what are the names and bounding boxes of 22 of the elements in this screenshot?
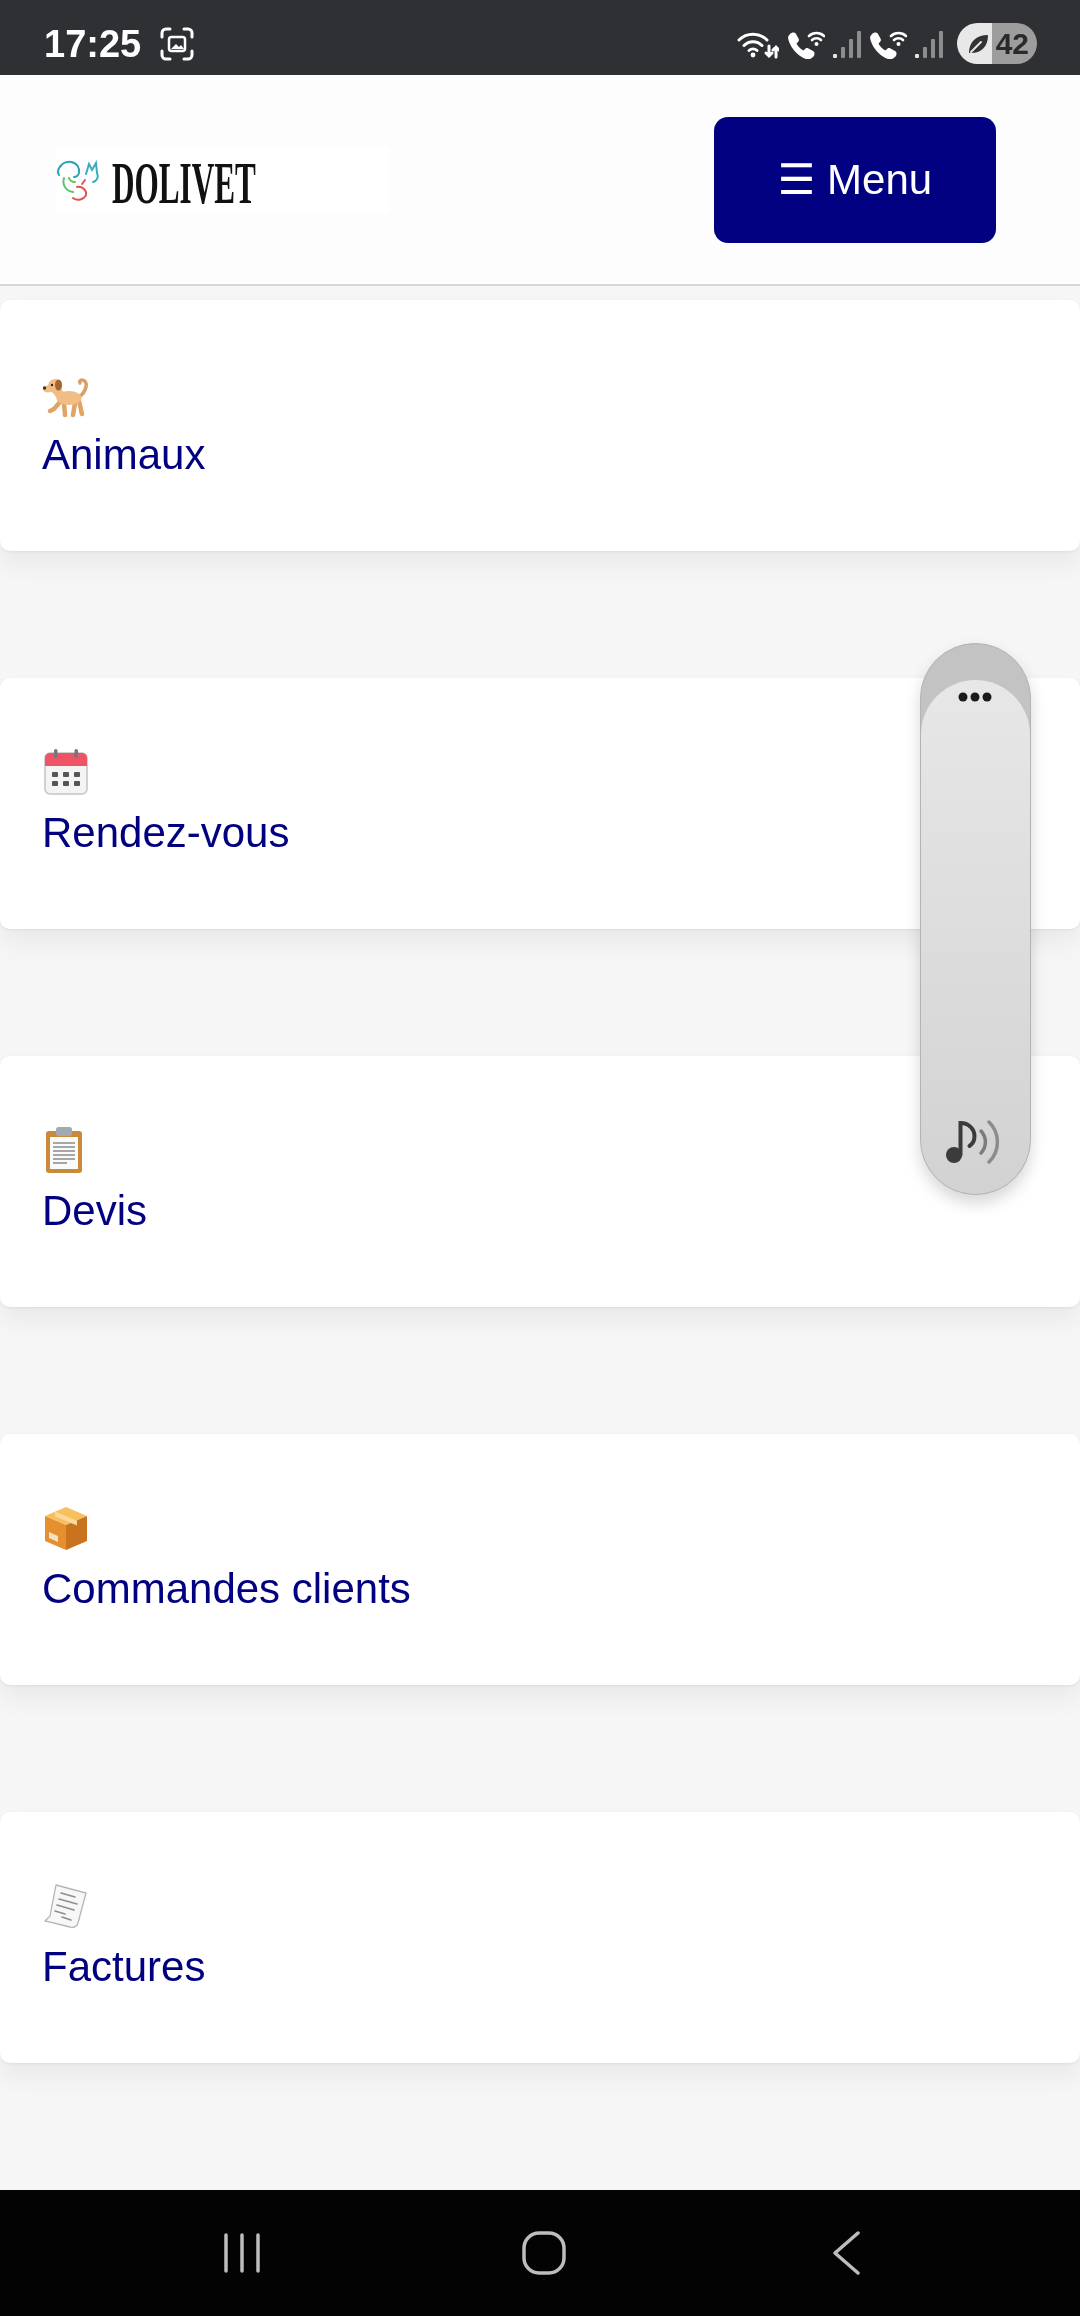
home-icon[interactable] <box>522 2231 566 2275</box>
recents-icon[interactable] <box>223 2232 261 2274</box>
menu-card[interactable]: Animaux <box>0 300 1080 551</box>
dog-icon <box>42 376 90 418</box>
calendar-icon <box>42 748 90 796</box>
signal-icon <box>915 28 943 59</box>
music-note-icon <box>944 1118 1002 1164</box>
menu-card[interactable]: Rendez-vous <box>0 678 1080 929</box>
menu-card[interactable]: Devis <box>0 1056 1080 1307</box>
receipt-icon <box>42 1882 88 1930</box>
battery-percentage: 42 <box>995 28 1029 59</box>
menu-button[interactable]: ☰ Menu <box>714 116 996 243</box>
menu-card[interactable]: Factures <box>0 1812 1080 2063</box>
status-time: 17:25 <box>44 24 142 63</box>
edge-panel-handle[interactable] <box>920 643 1031 1195</box>
logo-text: DOLIVET <box>112 152 256 213</box>
signal-icon <box>833 28 861 59</box>
more-dots-icon <box>958 692 992 702</box>
menu-card[interactable]: Commandes clients <box>0 1434 1080 1685</box>
package-icon <box>42 1504 90 1552</box>
image-frame-icon <box>160 26 195 61</box>
back-icon[interactable] <box>831 2231 861 2275</box>
